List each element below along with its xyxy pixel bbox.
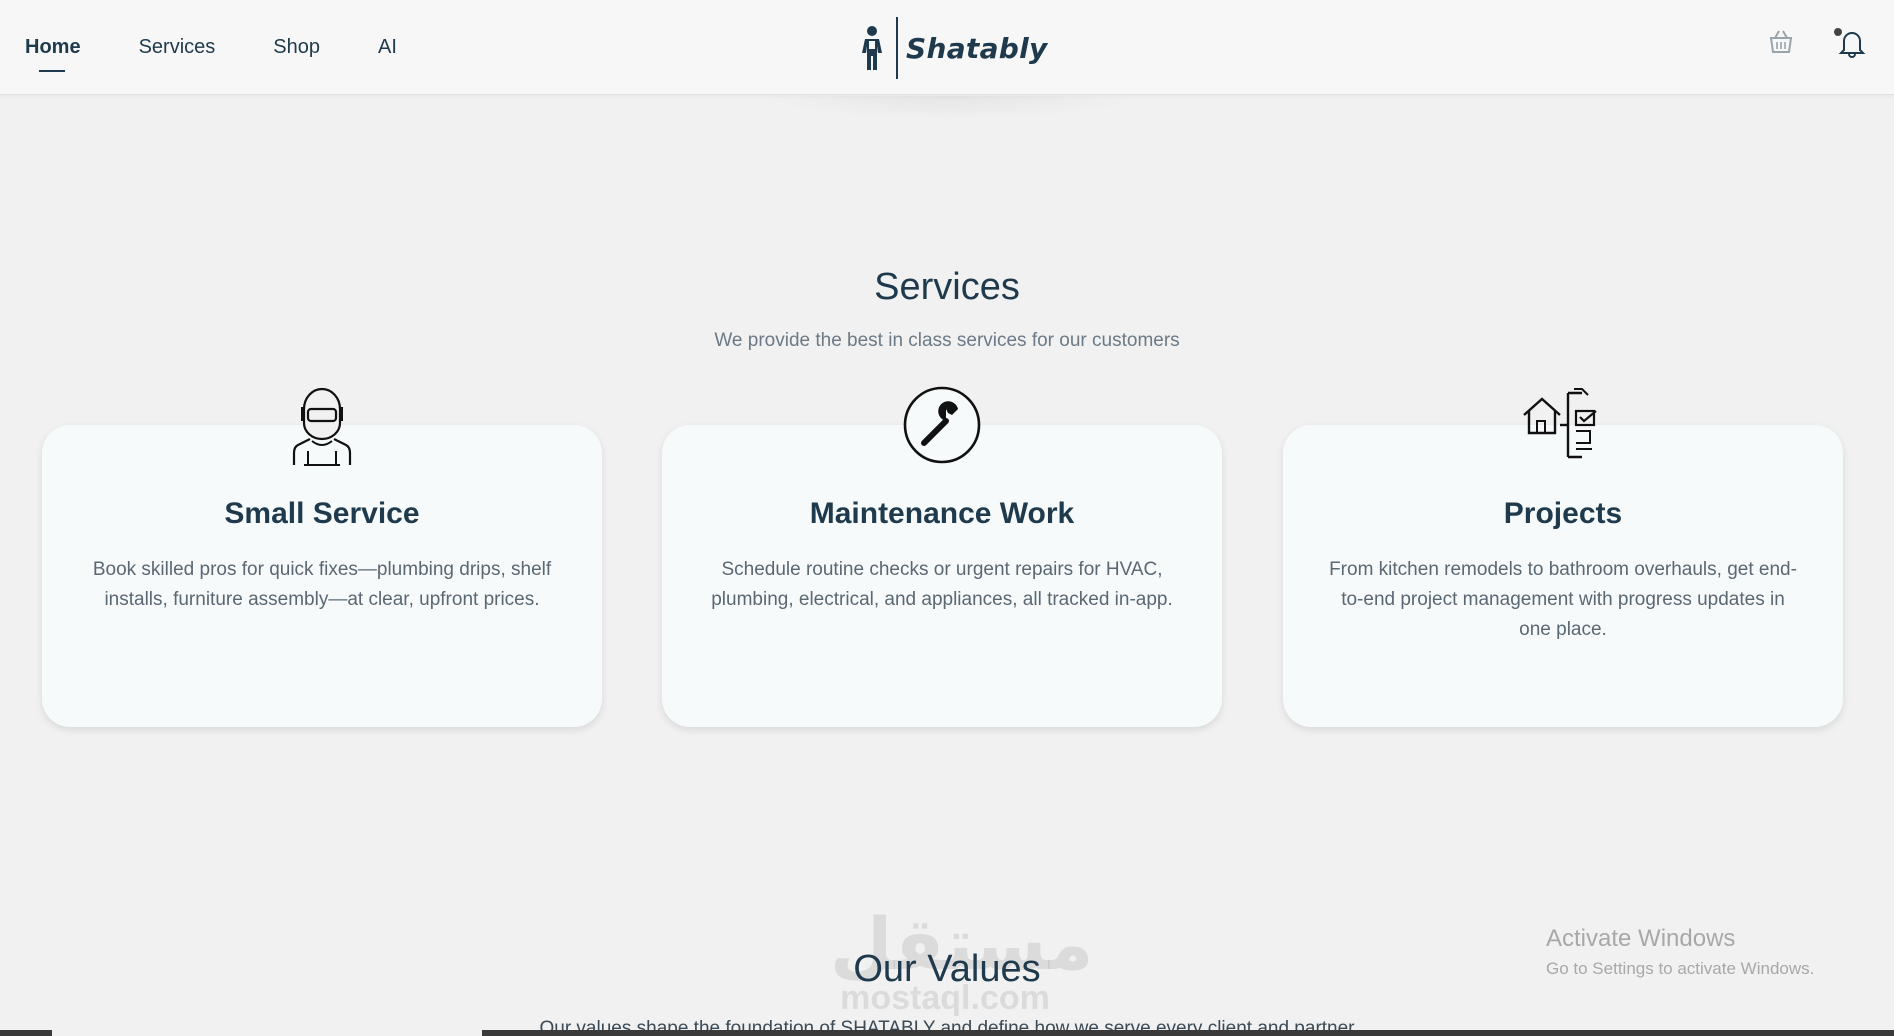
card-title: Projects (1503, 497, 1623, 530)
activate-windows-overlay: Activate Windows Go to Settings to activ… (1546, 925, 1814, 979)
wrench-icon (902, 385, 982, 465)
header-shadow (760, 96, 1140, 120)
services-title: Services (874, 266, 1020, 308)
scrollbar-thumb[interactable] (52, 1030, 482, 1036)
logo-divider (896, 17, 898, 79)
notification-dot (1834, 28, 1842, 36)
nav-services[interactable]: Services (139, 36, 216, 59)
main-nav: Home Services Shop AI (25, 36, 455, 72)
bell-icon[interactable] (1834, 28, 1866, 63)
service-card-projects[interactable]: Projects From kitchen remodels to bathro… (1283, 425, 1843, 727)
top-header: Home Services Shop AI Shatably (0, 0, 1894, 95)
card-title: Maintenance Work (809, 497, 1075, 530)
service-card-small[interactable]: Small Service Book skilled pros for quic… (42, 425, 602, 727)
worker-icon (282, 385, 362, 466)
service-card-maintenance[interactable]: Maintenance Work Schedule routine checks… (662, 425, 1222, 727)
card-title: Small Service (224, 497, 420, 530)
nav-home[interactable]: Home (25, 36, 81, 72)
nav-shop[interactable]: Shop (273, 36, 320, 59)
services-subtitle: We provide the best in class services fo… (714, 330, 1180, 351)
brand-name: Shatably (906, 31, 1048, 65)
activate-title: Activate Windows (1546, 925, 1736, 952)
basket-icon[interactable] (1768, 28, 1794, 61)
house-checklist-icon (1522, 385, 1602, 465)
nav-ai[interactable]: AI (378, 36, 397, 59)
worker-logo-icon (862, 26, 882, 70)
activate-subtitle: Go to Settings to activate Windows. (1546, 959, 1815, 978)
card-description: Book skilled pros for quick fixes—plumbi… (92, 559, 552, 610)
card-description: From kitchen remodels to bathroom overha… (1329, 559, 1797, 640)
card-description: Schedule routine checks or urgent repair… (711, 559, 1173, 610)
brand-logo[interactable]: Shatably (858, 16, 1048, 80)
header-actions (1694, 28, 1894, 68)
